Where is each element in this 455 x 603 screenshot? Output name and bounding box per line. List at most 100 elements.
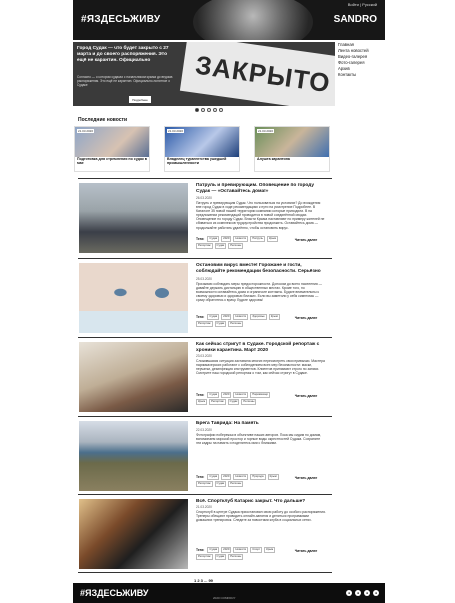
tag[interactable]: Новости bbox=[233, 236, 249, 242]
news-card-title[interactable]: Алушта карантина bbox=[257, 157, 329, 161]
tag[interactable]: Репортаж bbox=[196, 480, 213, 487]
article-image[interactable] bbox=[79, 342, 188, 412]
tag[interactable]: Здоровье bbox=[250, 314, 267, 320]
tag[interactable]: Регионы bbox=[228, 242, 244, 249]
latest-news-heading: Последние новости bbox=[78, 117, 128, 123]
tag[interactable]: Новости bbox=[233, 547, 249, 553]
vk-icon[interactable]: ● bbox=[346, 590, 352, 596]
tag[interactable]: Судак bbox=[214, 480, 227, 487]
tag[interactable]: Регионы bbox=[241, 398, 257, 405]
footer-copyright: 2020 COMPANY bbox=[213, 596, 236, 600]
tag[interactable]: Крым bbox=[268, 314, 280, 320]
hero-more-button[interactable]: Подробнее bbox=[129, 96, 151, 103]
ok-icon[interactable]: ● bbox=[355, 590, 361, 596]
footer: #ЯЗДЕСЬЖИВУ 2020 COMPANY ● ● ● ● bbox=[73, 583, 385, 603]
read-more-button[interactable]: Читать далее bbox=[290, 314, 322, 322]
slider-dot[interactable] bbox=[219, 108, 223, 112]
news-card-title[interactable]: Владелец турагентства ушедшей промышленн… bbox=[167, 157, 239, 165]
tag[interactable]: Регионы bbox=[228, 480, 244, 487]
nav-item-contacts[interactable]: Контакты bbox=[338, 72, 398, 78]
tag[interactable]: Новости bbox=[233, 314, 249, 320]
tag[interactable]: Крым bbox=[266, 236, 279, 242]
article-image[interactable] bbox=[79, 421, 188, 491]
article-excerpt: Спортклуб в центре Судака приостановил с… bbox=[196, 510, 326, 523]
tag[interactable]: 2020 bbox=[221, 392, 232, 398]
tag[interactable]: Судак bbox=[214, 320, 227, 327]
site-logo[interactable]: #ЯЗДЕСЬЖИВУ bbox=[81, 14, 160, 25]
divider bbox=[78, 178, 332, 179]
social-links: ● ● ● ● bbox=[346, 590, 379, 596]
tag[interactable]: Репортаж bbox=[196, 242, 213, 249]
tag[interactable]: Новости bbox=[233, 392, 249, 398]
tag[interactable]: Репортаж bbox=[196, 553, 213, 560]
news-card[interactable]: 21.03.2020 Алушта карантина bbox=[254, 126, 330, 172]
brand-name: SANDRO bbox=[333, 14, 377, 25]
hero-title[interactable]: Город Судак — что будет закрыто с 27 мар… bbox=[77, 46, 177, 64]
divider bbox=[78, 416, 332, 417]
eye-shape bbox=[155, 287, 170, 298]
read-more-button[interactable]: Читать далее bbox=[290, 236, 322, 244]
read-more-button[interactable]: Читать далее bbox=[290, 392, 322, 400]
tags-label: Теги: bbox=[196, 314, 205, 319]
slider-dot[interactable] bbox=[213, 108, 217, 112]
tags-label: Теги: bbox=[196, 392, 205, 397]
tag[interactable]: 2020 bbox=[221, 474, 232, 480]
tags-label: Теги: bbox=[196, 474, 205, 479]
tag[interactable]: Новости bbox=[233, 474, 249, 480]
tag[interactable]: Природа bbox=[250, 474, 266, 480]
tag[interactable]: Крым bbox=[264, 547, 276, 553]
article-excerpt: Сложившаяся ситуация заставила многих пе… bbox=[196, 359, 325, 376]
article-image[interactable] bbox=[79, 183, 188, 253]
slider-dot[interactable] bbox=[207, 108, 211, 112]
article-tags: Теги: Судак 2020 Новости Спорт Крым Репо… bbox=[196, 547, 280, 560]
news-card-date: 21.03.2020 bbox=[77, 129, 95, 133]
tag[interactable]: Репортаж bbox=[196, 320, 213, 327]
read-more-button[interactable]: Читать далее bbox=[290, 474, 322, 482]
article-title[interactable]: Брега Таврида: На память bbox=[196, 421, 326, 427]
tags-label: Теги: bbox=[196, 236, 205, 241]
news-card-date: 21.03.2020 bbox=[167, 129, 185, 133]
language-switcher[interactable]: Войти | Русский bbox=[348, 2, 377, 7]
tag[interactable]: Судак bbox=[207, 314, 220, 320]
article-title[interactable]: Как сейчас стригут в Судаке. Городской р… bbox=[196, 342, 326, 353]
tag[interactable]: Регионы bbox=[228, 553, 244, 560]
footer-logo[interactable]: #ЯЗДЕСЬЖИВУ bbox=[80, 588, 149, 598]
main-nav: Главная Лента новостей Видео-галерея Фот… bbox=[338, 42, 398, 78]
tag[interactable]: Репортаж bbox=[209, 398, 226, 405]
news-card-title[interactable]: Подготовка для стремления по судак в мае bbox=[77, 157, 149, 165]
slider-dot[interactable] bbox=[201, 108, 205, 112]
tag[interactable]: Крым bbox=[196, 398, 208, 405]
tag[interactable]: Регионы bbox=[228, 320, 244, 327]
article-title[interactable]: Остановим вирус вместе! Горожане и гости… bbox=[196, 263, 326, 274]
tag[interactable]: Судак bbox=[207, 547, 220, 553]
tag[interactable]: Патруль bbox=[250, 236, 265, 242]
tag[interactable]: Судак bbox=[207, 474, 220, 480]
tag[interactable]: 2020 bbox=[221, 547, 232, 553]
tag[interactable]: Судак bbox=[214, 242, 227, 249]
top-banner: #ЯЗДЕСЬЖИВУ Войти | Русский SANDRO bbox=[73, 0, 385, 40]
tag[interactable]: Судак bbox=[214, 553, 227, 560]
tag[interactable]: Крым bbox=[267, 474, 279, 480]
tag[interactable]: 2020 bbox=[221, 314, 232, 320]
tag[interactable]: Судак bbox=[207, 236, 220, 242]
news-card[interactable]: 21.03.2020 Владелец турагентства ушедшей… bbox=[164, 126, 240, 172]
hero-image-closed-sign: ЗАКРЫТО bbox=[179, 42, 335, 106]
article-title[interactable]: Всё. Спортклуб Катарис закрыт. Что дальш… bbox=[196, 499, 326, 505]
article-tags: Теги: Судак 2020 Новости Здоровье Крым Р… bbox=[196, 314, 280, 327]
tag[interactable]: Судак bbox=[227, 398, 240, 405]
hero-slider[interactable]: ЗАКРЫТО Город Судак — что будет закрыто … bbox=[73, 42, 335, 106]
tag[interactable]: Парикмахер bbox=[250, 392, 271, 398]
tag[interactable]: Спорт bbox=[250, 547, 263, 553]
tag[interactable]: 2020 bbox=[221, 236, 232, 242]
slider-dot[interactable] bbox=[195, 108, 199, 112]
divider bbox=[78, 572, 332, 573]
news-card[interactable]: 21.03.2020 Подготовка для стремления по … bbox=[74, 126, 150, 172]
fb-icon[interactable]: ● bbox=[364, 590, 370, 596]
article-image[interactable] bbox=[79, 263, 188, 333]
article-title[interactable]: Патруль и превирующим. Оповещение по гор… bbox=[196, 183, 326, 194]
yt-icon[interactable]: ● bbox=[373, 590, 379, 596]
tag[interactable]: Судак bbox=[207, 392, 220, 398]
article-image[interactable] bbox=[79, 499, 188, 569]
read-more-button[interactable]: Читать далее bbox=[290, 547, 322, 555]
divider bbox=[78, 258, 332, 259]
